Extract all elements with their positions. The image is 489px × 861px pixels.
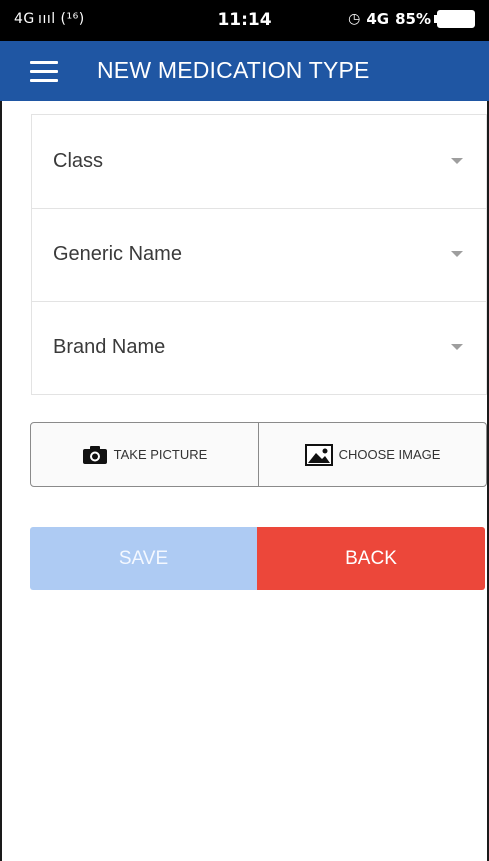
page-title: NEW MEDICATION TYPE — [97, 57, 370, 83]
action-buttons: SAVE BACK — [30, 527, 485, 590]
media-buttons: TAKE PICTURE CHOOSE IMAGE — [30, 422, 487, 487]
battery-percent: 85% — [395, 10, 431, 28]
network-type: 4G — [366, 10, 390, 28]
back-button[interactable]: BACK — [257, 527, 485, 590]
chevron-down-icon — [451, 158, 463, 164]
brand-name-dropdown[interactable]: Brand Name — [32, 301, 486, 394]
take-picture-button[interactable]: TAKE PICTURE — [31, 423, 258, 486]
app-bar: NEW MEDICATION TYPE — [0, 41, 489, 101]
camera-icon — [82, 445, 107, 464]
alarm-icon: ◷ — [348, 11, 361, 27]
choose-image-label: CHOOSE IMAGE — [338, 447, 441, 462]
class-label: Class — [53, 150, 104, 172]
image-icon — [304, 443, 333, 466]
status-right: ◷ 4G 85% — [348, 10, 475, 28]
device-frame-left — [0, 0, 2, 861]
class-dropdown[interactable]: Class — [32, 115, 486, 209]
status-bar: 4G ıııl (¹⁶) 11:14 ◷ 4G 85% — [0, 0, 489, 41]
brand-name-label: Brand Name — [53, 336, 166, 358]
choose-image-button[interactable]: CHOOSE IMAGE — [258, 423, 486, 486]
take-picture-label: TAKE PICTURE — [113, 447, 208, 462]
hamburger-menu-icon[interactable] — [30, 61, 58, 82]
generic-name-dropdown[interactable]: Generic Name — [32, 208, 486, 302]
chevron-down-icon — [451, 251, 463, 257]
generic-name-label: Generic Name — [53, 243, 182, 265]
battery-icon — [434, 10, 475, 28]
chevron-down-icon — [451, 344, 463, 350]
save-button[interactable]: SAVE — [30, 527, 257, 590]
medication-form: Class Generic Name Brand Name — [31, 114, 487, 395]
